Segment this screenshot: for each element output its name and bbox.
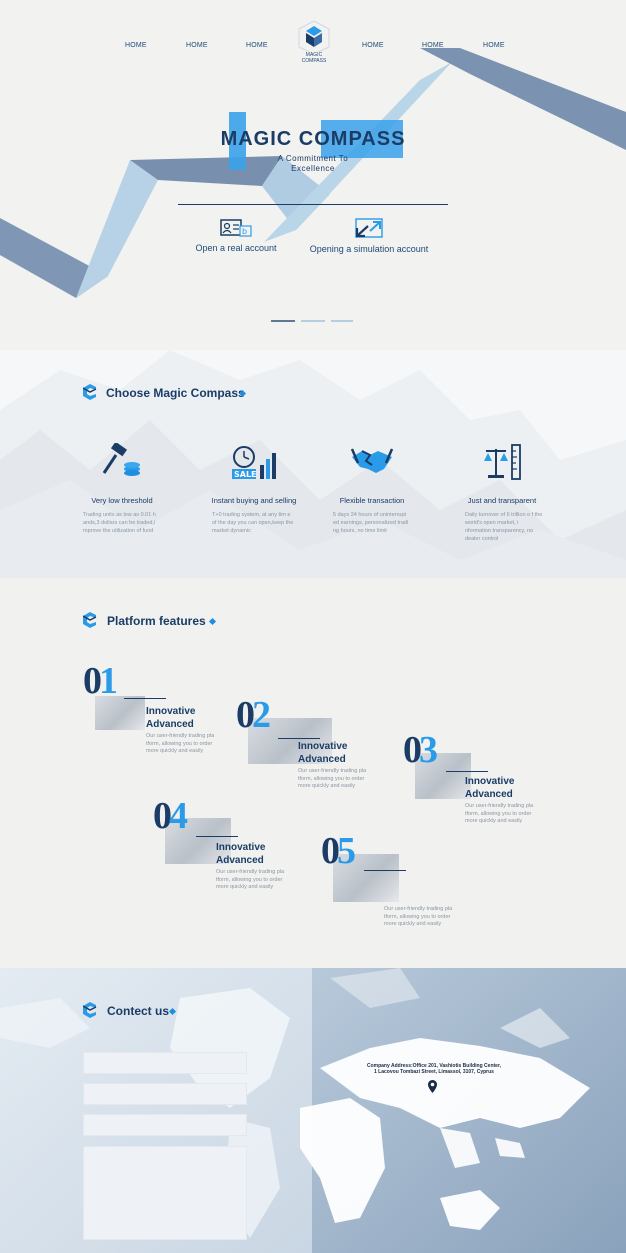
compass-logo-icon	[298, 20, 330, 55]
choose-section: Choose Magic Compass Very low threshold …	[0, 350, 626, 578]
feature-desc-2: T+0 trading system, at any tim e of the …	[212, 512, 294, 534]
map-pin-icon	[428, 1080, 437, 1093]
feature-title-4: Just and transparent	[467, 496, 537, 505]
feature-title-line1: Innovative	[298, 741, 348, 752]
feature-title-line1: Innovative	[216, 842, 266, 853]
feature-title-line1: Innovative	[465, 776, 515, 787]
feature-desc-1: Trading units as low as 0.01 h ands,3 do…	[83, 512, 156, 534]
feature-title-3: Flexible transaction	[339, 496, 405, 505]
feature-title-line1: Innovative	[146, 706, 196, 717]
open-simulation-account-label: Opening a simulation account	[309, 244, 429, 254]
feature-underline-3	[446, 771, 488, 772]
nav-home-3[interactable]: HOME	[246, 42, 268, 49]
feature-underline-2	[278, 738, 320, 739]
open-simulation-account-button[interactable]: Opening a simulation account	[302, 217, 436, 254]
feature-number-3: 03	[403, 729, 438, 771]
contact-phone-field[interactable]	[83, 1114, 247, 1136]
feature-desc-4: Daily turnover of 6 trillion o f the wor…	[465, 512, 543, 542]
feature-desc-4: Our user-friendly trading pla tform, all…	[216, 869, 285, 890]
slider-dot-3[interactable]	[331, 320, 353, 322]
alarm-sale-chart-icon: SALE	[232, 446, 276, 479]
hero-section: HOME HOME HOME HOME HOME HOME MAGIC COMP…	[0, 0, 626, 350]
feature-number-4: 04	[153, 795, 188, 837]
nav-home-5[interactable]: HOME	[422, 42, 444, 49]
feature-underline-5	[364, 870, 406, 871]
feature-title-2: Instant buying and selling	[211, 496, 297, 505]
scales-ruler-icon	[484, 444, 521, 480]
open-real-account-label: Open a real account	[195, 243, 277, 253]
nav-home-2[interactable]: HOME	[186, 42, 208, 49]
heading-diamond	[208, 617, 217, 626]
hero-divider	[178, 204, 448, 205]
feature-underline-1	[124, 698, 166, 699]
open-real-account-button[interactable]: b Open a real account	[190, 218, 282, 253]
platform-heading-text: Platform features	[107, 614, 206, 628]
feature-desc-2: Our user-friendly trading pla tform, all…	[298, 768, 367, 789]
contact-heading-text: Contect us	[107, 1004, 170, 1018]
hero-subtitle: A Commitment To Excellence	[213, 154, 413, 174]
svg-text:SALE: SALE	[234, 470, 257, 479]
section-logo-icon	[83, 1002, 97, 1018]
company-address: Company Address:Office 201, Vashiotis Bu…	[356, 1063, 512, 1075]
id-card-icon: b	[220, 219, 252, 237]
feature-desc-5: Our user-friendly trading pla tform, all…	[384, 906, 453, 927]
nav-home-4[interactable]: HOME	[362, 42, 384, 49]
feature-desc-1: Our user-friendly trading pla tform, all…	[146, 733, 215, 754]
contact-message-field[interactable]	[83, 1146, 247, 1240]
platform-section: Platform features 01 Innovative Advanced…	[0, 578, 626, 968]
choose-heading-text: Choose Magic Compass	[106, 386, 245, 400]
contact-name-field[interactable]	[83, 1052, 247, 1074]
feature-number-2: 02	[236, 694, 271, 736]
handshake-icon	[350, 448, 394, 473]
slider-dot-1[interactable]	[271, 320, 295, 322]
svg-text:b: b	[242, 227, 247, 236]
feature-desc-3: 5 days 24 hours of uninterrupt ed earnin…	[333, 512, 409, 534]
nav-home-1[interactable]: HOME	[125, 42, 147, 49]
top-nav: HOME HOME HOME HOME HOME HOME MAGIC COMP…	[0, 0, 626, 80]
feature-title-block-2: Innovative Advanced	[298, 740, 347, 766]
section-logo-icon	[83, 384, 97, 400]
feature-number-1: 01	[83, 660, 118, 702]
section-logo-icon	[83, 612, 97, 628]
logo-text: MAGIC COMPASS	[301, 52, 327, 64]
feature-title-line2: Advanced	[465, 789, 513, 800]
feature-number-5: 05	[321, 830, 356, 872]
slider-dot-2[interactable]	[301, 320, 325, 322]
feature-title-line2: Advanced	[146, 719, 194, 730]
logo[interactable]: MAGIC COMPASS	[297, 20, 331, 64]
feature-title-line2: Advanced	[298, 754, 346, 765]
contact-section: Contect us Company Address:Office 201, V…	[0, 968, 626, 1253]
feature-underline-4	[196, 836, 238, 837]
hero-subtitle-line2: Excellence	[291, 164, 335, 173]
feature-title-block-3: Innovative Advanced	[465, 775, 514, 801]
contact-email-field[interactable]	[83, 1083, 247, 1105]
feature-title-line2: Advanced	[216, 855, 264, 866]
feature-desc-3: Our user-friendly trading pla tform, all…	[465, 803, 534, 824]
nav-home-6[interactable]: HOME	[483, 42, 505, 49]
feature-title-block-1: Innovative Advanced	[146, 705, 195, 731]
hero-subtitle-line1: A Commitment To	[277, 154, 349, 163]
arrows-exchange-icon	[355, 218, 383, 238]
gavel-coins-icon	[102, 443, 140, 476]
address-line-2: 1 Lacovou Tombazi Street, Limassol, 3107…	[374, 1069, 494, 1075]
hero-title: MAGIC COMPASS	[220, 128, 406, 150]
feature-title-block-4: Innovative Advanced	[216, 841, 265, 867]
feature-title-1: Very low threshold	[91, 496, 153, 505]
